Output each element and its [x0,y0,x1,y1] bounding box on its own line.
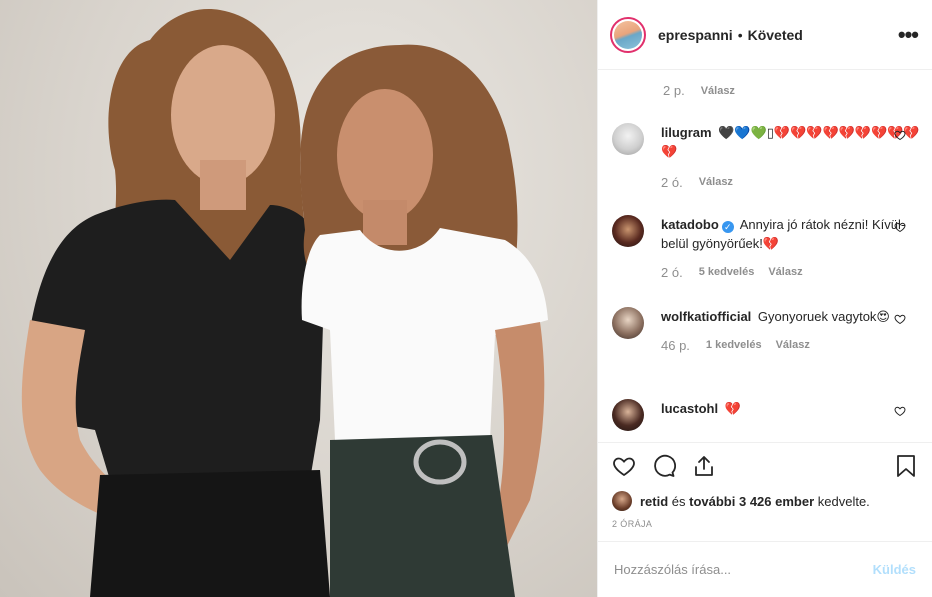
author-avatar[interactable] [610,16,646,53]
commenter-avatar[interactable] [612,215,644,247]
commenter-avatar[interactable] [612,123,644,155]
likes-others-count[interactable]: további 3 426 ember [689,494,814,509]
commenter-username[interactable]: wolfkatiofficial [661,309,751,324]
comments-list[interactable]: 2 p. Válasz lilugram 🖤💙💚▯💔💔💔💔💔💔💔💔💔💔 2 ó.… [598,70,932,442]
post-timestamp[interactable]: 2 ÓRÁJA [598,514,932,534]
reply-button[interactable]: Válasz [776,336,810,355]
likes-summary[interactable]: retid és további 3 426 ember kedvelte. [598,488,932,514]
commenter-avatar[interactable] [612,307,644,339]
commenter-avatar[interactable] [612,399,644,431]
like-comment-heart-icon[interactable] [894,221,906,233]
comment-likes-count[interactable]: 1 kedvelés [706,336,762,355]
more-options-icon[interactable]: ••• [898,23,919,45]
post-photo[interactable] [0,0,597,597]
liker-avatar[interactable] [612,491,632,511]
comment-item: katadobo ✓ Annyira jó rátok nézni! Kívül-… [612,215,922,282]
like-comment-heart-icon[interactable] [894,405,906,417]
header-separator: • [737,26,743,43]
comment-item: lilugram 🖤💙💚▯💔💔💔💔💔💔💔💔💔💔 2 ó. Válasz [612,123,922,192]
comment-likes-count[interactable]: 5 kedvelés [699,263,755,282]
comment-text: 💔 [724,401,741,416]
add-comment-bar: Hozzászólás írása... Küldés [598,541,932,597]
bookmark-icon[interactable] [892,452,920,480]
comment-input[interactable]: Hozzászólás írása... [614,562,873,577]
post-header: eprespanni • Követed ••• [598,0,932,70]
comment-meta: 2 ó. 5 kedvelés Válasz [661,263,922,282]
reply-button[interactable]: Válasz [699,173,733,192]
comment-meta: 2 ó. Válasz [661,173,922,192]
follow-status-button[interactable]: Követed [748,27,803,43]
comment-meta: 46 p. 1 kedvelés Válasz [661,336,922,355]
reply-button[interactable]: Válasz [768,263,802,282]
comment-meta-previous: 2 p. Válasz [663,83,749,98]
comment-time: 46 p. [661,338,690,353]
comment-time: 2 p. [663,83,685,98]
commenter-username[interactable]: katadobo [661,217,719,232]
like-comment-heart-icon[interactable] [894,313,906,325]
post-photo-illustration [21,9,548,597]
reply-button[interactable]: Válasz [701,85,735,97]
comment-time: 2 ó. [661,175,683,190]
like-heart-icon[interactable] [610,452,638,480]
likes-connector: és [668,493,690,509]
comment-bubble-icon[interactable] [650,452,678,480]
like-comment-heart-icon[interactable] [894,129,906,141]
verified-badge-icon: ✓ [721,221,734,233]
author-username[interactable]: eprespanni [658,27,733,43]
comment-item: lucastohl 💔 [612,399,922,431]
comment-time: 2 ó. [661,265,683,280]
commenter-username[interactable]: lucastohl [661,401,718,416]
commenter-username[interactable]: lilugram [661,125,712,140]
likes-suffix: kedvelte. [814,493,870,509]
post-actions-bar [598,442,932,488]
comment-text: Gyonyoruek vagytok😍 [757,309,890,324]
send-comment-button[interactable]: Küldés [873,562,916,577]
share-icon[interactable] [690,452,718,480]
post-side-panel: eprespanni • Követed ••• 2 p. Válasz lil… [597,0,932,597]
comment-item: wolfkatiofficial Gyonyoruek vagytok😍 46 … [612,307,922,355]
liker-username[interactable]: retid [640,494,668,509]
